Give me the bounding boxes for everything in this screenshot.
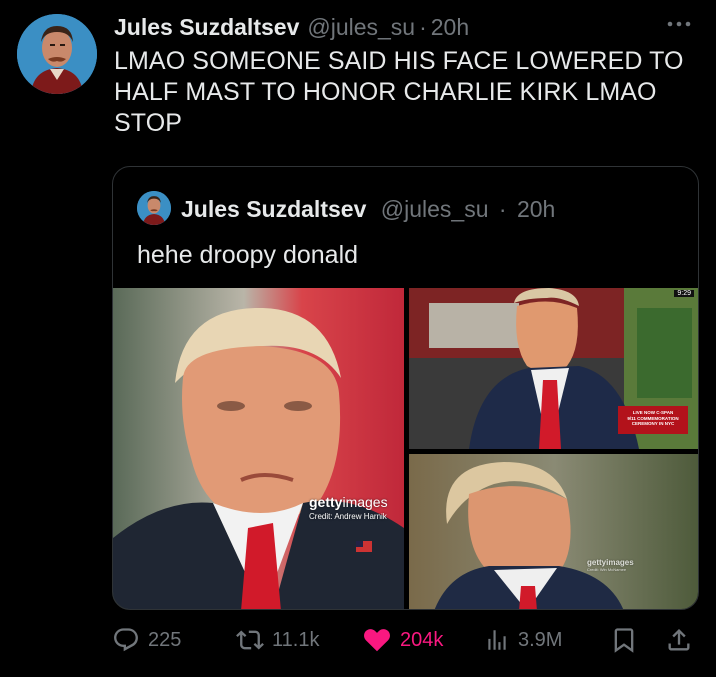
quoted-separator-dot: ·	[498, 196, 507, 222]
views-button[interactable]: 3.9M	[484, 627, 562, 653]
quoted-author-name[interactable]: Jules Suzdaltsev	[181, 196, 366, 222]
quoted-tweet[interactable]: Jules Suzdaltsev @jules_su · 20h hehe dr…	[112, 166, 699, 610]
watermark-brand-small: gettyimages	[587, 558, 634, 567]
like-button[interactable]: 204k	[362, 625, 443, 655]
tweet-timestamp[interactable]: 20h	[431, 12, 469, 42]
tv-clock: 9:29	[674, 290, 694, 297]
action-bar: 225 11.1k 204k 3.9M	[112, 624, 702, 656]
repost-button[interactable]: 11.1k	[236, 626, 319, 654]
views-chart-icon	[484, 627, 510, 653]
repost-icon	[236, 626, 264, 654]
tweet[interactable]: Jules Suzdaltsev @jules_su · 20h LMAO SO…	[0, 0, 716, 677]
bookmark-button[interactable]	[610, 626, 638, 654]
photo-tv-still[interactable]: 9:29 LIVE NOW C-SPAN 9/11 COMMEMORATION …	[409, 288, 698, 449]
quoted-timestamp[interactable]: 20h	[517, 196, 555, 222]
separator-dot: ·	[419, 14, 427, 40]
bookmark-icon	[610, 626, 638, 654]
media-grid: gettyimages Credit: Andrew Harnik 9:29 L…	[113, 288, 698, 609]
quoted-text: hehe droopy donald	[137, 241, 359, 269]
photo-credit: Credit: Andrew Harnik	[309, 512, 387, 521]
quoted-header: Jules Suzdaltsev @jules_su · 20h	[181, 195, 555, 223]
share-button[interactable]	[665, 626, 693, 654]
tweet-header: Jules Suzdaltsev @jules_su · 20h	[114, 12, 469, 42]
tv-banner: LIVE NOW C-SPAN 9/11 COMMEMORATION CEREM…	[618, 406, 688, 434]
like-count: 204k	[400, 628, 444, 651]
more-dots-icon[interactable]	[664, 14, 694, 34]
reply-button[interactable]: 225	[112, 626, 181, 654]
quoted-author-avatar[interactable]	[137, 191, 171, 225]
watermark-suffix: images	[342, 494, 388, 510]
views-count: 3.9M	[518, 628, 563, 651]
tv-banner-line: CEREMONY IN NYC	[631, 421, 675, 426]
quoted-author-handle[interactable]: @jules_su	[381, 196, 489, 222]
getty-watermark-small: gettyimages Credit: Win McNamee	[587, 558, 634, 572]
author-handle[interactable]: @jules_su	[307, 12, 415, 42]
photo-main[interactable]: gettyimages Credit: Andrew Harnik	[113, 288, 404, 609]
photo-profile[interactable]: gettyimages Credit: Win McNamee	[409, 454, 698, 609]
photo-credit-small: Credit: Win McNamee	[587, 567, 627, 572]
repost-count: 11.1k	[272, 628, 320, 651]
getty-watermark: gettyimages Credit: Andrew Harnik	[309, 494, 388, 521]
heart-filled-icon	[362, 625, 392, 655]
watermark-brand: getty	[309, 494, 343, 510]
author-name[interactable]: Jules Suzdaltsev	[114, 12, 299, 42]
tweet-text: LMAO SOMEONE SAID HIS FACE LOWERED TO HA…	[114, 47, 684, 137]
share-icon	[665, 626, 693, 654]
author-avatar[interactable]	[17, 14, 97, 94]
reply-icon	[112, 626, 140, 654]
reply-count: 225	[148, 628, 182, 651]
